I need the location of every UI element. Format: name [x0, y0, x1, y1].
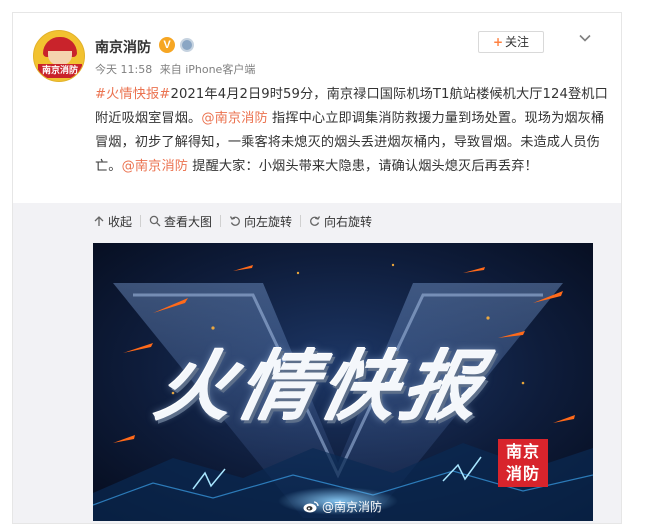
verified-badge-icon[interactable]: V	[159, 37, 175, 53]
toolbar-divider	[300, 215, 302, 227]
post-time[interactable]: 今天 11:58	[95, 63, 152, 76]
rotate-left-icon	[229, 216, 240, 226]
toolbar-divider	[220, 215, 222, 227]
hashtag-link[interactable]: #火情快报#	[95, 87, 170, 102]
post-image[interactable]: 火情快报 南京 消防 @南京消防	[93, 243, 593, 521]
watermark: @南京消防	[303, 498, 382, 515]
avatar-plate-text: 南京消防	[38, 64, 82, 78]
plus-icon: +	[492, 35, 504, 49]
banner-title: 火情快报	[148, 342, 496, 431]
post-text: #火情快报#2021年4月2日9时59分，南京禄口国际机场T1航站楼候机大厅12…	[95, 83, 615, 179]
weibo-logo-icon	[303, 501, 319, 513]
collapse-label: 收起	[108, 214, 133, 229]
post-meta: 今天 11:58 来自 iPhone客户端	[95, 61, 259, 77]
magnifier-icon	[149, 215, 161, 227]
collapse-button[interactable]: 收起	[93, 213, 132, 230]
media-panel: 收起 查看大图 向左旋转 向右旋转 火情快报 南京 消防 @南京消防	[13, 203, 621, 523]
arrow-up-icon	[94, 216, 104, 226]
toolbar-divider	[140, 215, 142, 227]
mention-link[interactable]: @南京消防	[201, 111, 267, 126]
view-large-label: 查看大图	[164, 214, 213, 229]
avatar[interactable]: 南京消防	[33, 30, 85, 82]
rotate-left-button[interactable]: 向左旋转	[229, 213, 292, 230]
chevron-down-icon[interactable]	[578, 31, 592, 45]
stamp-line2: 消防	[505, 464, 540, 483]
stamp-line1: 南京	[505, 442, 540, 461]
medal-icon[interactable]	[180, 38, 194, 52]
rotate-left-label: 向左旋转	[244, 214, 293, 229]
rotate-right-button[interactable]: 向右旋转	[309, 213, 372, 230]
author-name[interactable]: 南京消防	[95, 37, 151, 57]
follow-button[interactable]: + 关注	[478, 31, 544, 53]
rotate-right-label: 向右旋转	[324, 214, 373, 229]
watermark-text: @南京消防	[322, 500, 383, 514]
post-source: 来自 iPhone客户端	[159, 63, 256, 76]
follow-label: 关注	[505, 35, 530, 49]
weibo-post-card: 南京消防 南京消防 V 今天 11:58 来自 iPhone客户端 + 关注 #火…	[12, 12, 622, 524]
media-toolbar: 收起 查看大图 向左旋转 向右旋转	[93, 211, 378, 231]
view-large-button[interactable]: 查看大图	[149, 213, 212, 230]
mention-link[interactable]: @南京消防	[122, 159, 188, 174]
stamp-logo: 南京 消防	[498, 439, 548, 487]
rotate-right-icon	[310, 216, 321, 226]
post-text-part3: 提醒大家：小烟头带来大隐患，请确认烟头熄灭后再丢弃！	[188, 159, 538, 174]
face-graphic	[48, 51, 72, 65]
